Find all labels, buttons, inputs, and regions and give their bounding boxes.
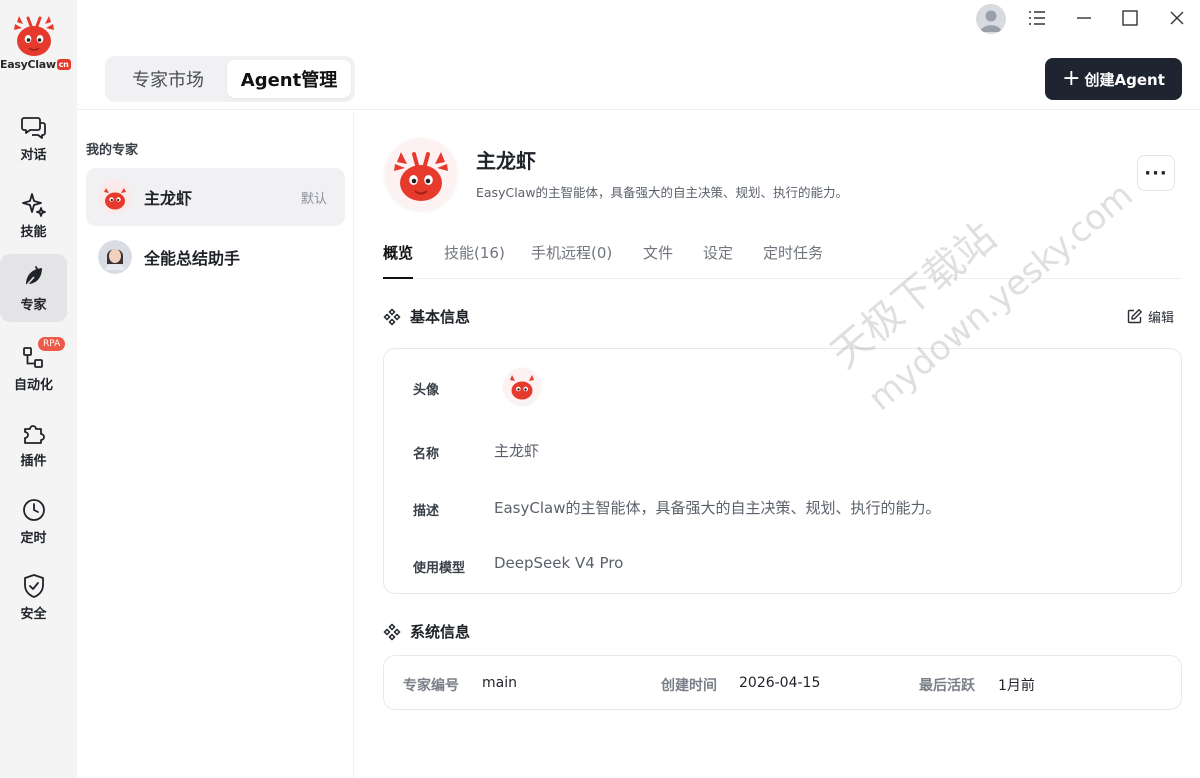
logo-wordmark: EasyClaw cn xyxy=(0,58,71,71)
avatar-label: 头像 xyxy=(413,383,440,398)
system-info-card: 专家编号 main 创建时间 2026-04-15 最后活跃 1月前 xyxy=(383,655,1182,710)
nav-item-skills[interactable]: 技能 xyxy=(0,181,67,249)
leaf-icon xyxy=(23,266,42,288)
nav-item-automation[interactable]: RPA 自动化 xyxy=(0,334,67,402)
tab-expert-market[interactable]: 专家市场 xyxy=(109,60,227,98)
name-label: 名称 xyxy=(413,447,440,462)
nav-item-experts[interactable]: 专家 xyxy=(0,254,67,322)
nav-label: 插件 xyxy=(20,454,47,469)
default-badge: 默认 xyxy=(300,191,327,207)
last-active-value: 1月前 xyxy=(998,678,1035,694)
tab-mobile-remote[interactable]: 手机远程(0) xyxy=(531,242,612,278)
nav-label: 技能 xyxy=(20,225,47,240)
expert-name: 主龙虾 xyxy=(144,189,193,208)
expert-detail: 主龙虾 EasyClaw的主智能体，具备强大的自主决策、规划、执行的能力。 ··… xyxy=(355,111,1200,778)
crayfish-logo-icon xyxy=(14,16,54,56)
nav-label: 专家 xyxy=(20,298,47,313)
expert-description: EasyClaw的主智能体，具备强大的自主决策、规划、执行的能力。 xyxy=(476,185,849,200)
expert-list-item[interactable]: 主龙虾 默认 xyxy=(86,168,345,226)
detail-tabs: 概览 技能(16) 手机远程(0) 文件 设定 定时任务 xyxy=(383,239,1181,279)
model-value: DeepSeek V4 Pro xyxy=(494,554,624,572)
left-nav-rail: EasyClaw cn 对话 技能 专家 RPA 自动化 插件 定时 安全 xyxy=(0,0,77,778)
view-switcher: 专家市场 Agent管理 xyxy=(105,56,355,102)
description-value: EasyClaw的主智能体，具备强大的自主决策、规划、执行的能力。 xyxy=(494,499,941,517)
clock-icon xyxy=(22,499,45,521)
tab-agent-management[interactable]: Agent管理 xyxy=(227,60,351,98)
tab-settings[interactable]: 设定 xyxy=(703,242,733,278)
nav-label: 自动化 xyxy=(13,378,53,393)
crayfish-avatar-icon xyxy=(385,138,457,210)
nav-item-schedule[interactable]: 定时 xyxy=(0,487,67,555)
edit-label: 编辑 xyxy=(1148,311,1175,326)
close-icon[interactable] xyxy=(1167,8,1187,28)
maximize-icon[interactable] xyxy=(1120,8,1140,28)
crayfish-avatar-icon xyxy=(504,368,540,404)
expert-name: 全能总结助手 xyxy=(144,249,241,268)
expert-list-title: 我的专家 xyxy=(86,143,139,158)
nav-item-security[interactable]: 安全 xyxy=(0,563,67,631)
expert-list-item[interactable]: 全能总结助手 xyxy=(86,228,345,286)
last-active-label: 最后活跃 xyxy=(919,678,975,694)
created-time-value: 2026-04-15 xyxy=(739,675,821,691)
menu-icon[interactable] xyxy=(1027,8,1047,28)
shield-icon xyxy=(23,574,44,598)
diamond-grid-icon xyxy=(383,307,401,326)
nav-label: 安全 xyxy=(20,607,47,622)
sparkle-icon xyxy=(21,193,46,217)
basic-info-heading: 基本信息 xyxy=(383,306,470,327)
nav-label: 定时 xyxy=(20,531,47,546)
nav-item-chat[interactable]: 对话 xyxy=(0,104,67,172)
tab-files[interactable]: 文件 xyxy=(643,242,673,278)
expert-id-label: 专家编号 xyxy=(403,678,459,694)
basic-info-card: 头像 名称 主龙虾 描述 EasyClaw的主智能体，具备强大的自主决策、规划、… xyxy=(383,348,1182,594)
top-bar: 专家市场 Agent管理 + 创建Agent xyxy=(77,0,1200,110)
crayfish-avatar-icon xyxy=(98,180,132,214)
diamond-grid-icon xyxy=(383,622,401,641)
app-logo[interactable]: EasyClaw cn xyxy=(0,8,71,74)
minimize-icon[interactable] xyxy=(1074,8,1094,28)
model-label: 使用模型 xyxy=(413,561,466,576)
tab-overview[interactable]: 概览 xyxy=(383,242,414,279)
system-info-heading: 系统信息 xyxy=(383,621,470,642)
name-value: 主龙虾 xyxy=(494,442,540,460)
basic-info-title: 基本信息 xyxy=(410,308,471,326)
expert-title: 主龙虾 xyxy=(476,149,536,173)
expert-id-value: main xyxy=(482,675,517,691)
user-icon xyxy=(980,10,1002,32)
plus-icon: + xyxy=(1062,66,1081,91)
edit-icon xyxy=(1127,309,1142,324)
expert-list-panel: 我的专家 主龙虾 默认 全能总结助手 xyxy=(77,111,354,778)
app-window: EasyClaw cn 对话 技能 专家 RPA 自动化 插件 定时 安全 专家… xyxy=(0,0,1200,778)
nav-label: 对话 xyxy=(20,148,47,163)
person-avatar-icon xyxy=(98,240,132,274)
user-avatar[interactable] xyxy=(976,4,1006,34)
description-label: 描述 xyxy=(413,504,440,519)
chat-icon xyxy=(20,117,46,139)
edit-button[interactable]: 编辑 xyxy=(1126,307,1174,326)
create-agent-button[interactable]: + 创建Agent xyxy=(1045,58,1182,100)
tab-scheduled-tasks[interactable]: 定时任务 xyxy=(763,242,823,278)
rpa-badge: RPA xyxy=(38,337,66,351)
nav-item-plugins[interactable]: 插件 xyxy=(0,410,67,478)
tab-skills[interactable]: 技能(16) xyxy=(444,242,505,278)
system-info-title: 系统信息 xyxy=(410,623,471,641)
puzzle-icon xyxy=(23,425,45,444)
create-agent-label: 创建Agent xyxy=(1084,70,1165,89)
more-options-button[interactable]: ··· xyxy=(1137,155,1175,191)
created-time-label: 创建时间 xyxy=(661,678,717,694)
